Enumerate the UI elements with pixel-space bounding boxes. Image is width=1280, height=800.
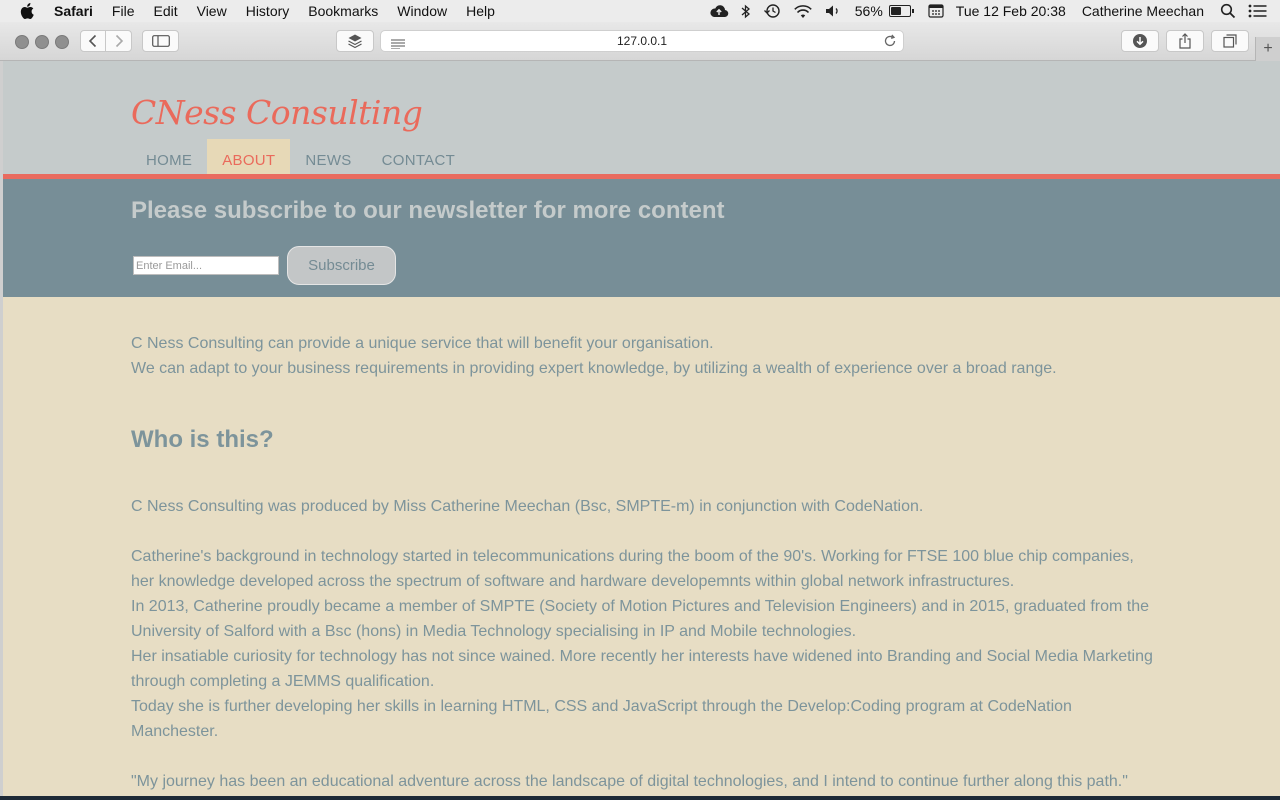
section-heading: Who is this? xyxy=(131,426,274,453)
url-text: 127.0.0.1 xyxy=(616,34,668,48)
plus-icon: + xyxy=(1263,40,1273,57)
notification-center-icon[interactable] xyxy=(1248,4,1268,18)
tab-overview-button[interactable] xyxy=(1211,30,1249,52)
zoom-window-button[interactable] xyxy=(55,35,69,49)
close-window-button[interactable] xyxy=(15,35,29,49)
time-machine-icon[interactable] xyxy=(763,3,781,19)
battery-percent[interactable]: 56% xyxy=(855,3,883,19)
menu-app-name[interactable]: Safari xyxy=(54,3,93,19)
bluetooth-icon[interactable] xyxy=(741,4,751,19)
nav-news[interactable]: NEWS xyxy=(290,139,366,174)
menu-window[interactable]: Window xyxy=(397,3,447,19)
desktop-strip xyxy=(0,796,1280,800)
subscribe-button[interactable]: Subscribe xyxy=(287,246,396,285)
menu-edit[interactable]: Edit xyxy=(153,3,177,19)
back-button[interactable] xyxy=(80,30,106,52)
about-content: C Ness Consulting can provide a unique s… xyxy=(131,331,1161,794)
calendar-icon[interactable] xyxy=(928,4,944,18)
nav-about[interactable]: ABOUT xyxy=(207,139,291,174)
bio-paragraph: In 2013, Catherine proudly became a memb… xyxy=(131,598,1150,640)
intro-line: We can adapt to your business requiremen… xyxy=(131,360,1057,377)
site-logo[interactable]: CNess Consulting xyxy=(131,93,423,132)
user-name[interactable]: Catherine Meechan xyxy=(1082,3,1204,19)
menu-history[interactable]: History xyxy=(246,3,290,19)
cloud-upload-icon[interactable] xyxy=(709,4,729,18)
new-tab-button[interactable]: + xyxy=(1255,37,1280,61)
nav-home[interactable]: HOME xyxy=(131,139,207,174)
site-header: CNess Consulting HOME ABOUT NEWS CONTACT xyxy=(3,61,1280,174)
nav-contact[interactable]: CONTACT xyxy=(367,139,470,174)
download-icon xyxy=(1133,34,1147,48)
newsletter-section: Please subscribe to our newsletter for m… xyxy=(3,179,1280,297)
layers-icon xyxy=(348,34,362,49)
address-bar[interactable]: 127.0.0.1 xyxy=(380,30,904,52)
web-page: CNess Consulting HOME ABOUT NEWS CONTACT… xyxy=(3,61,1280,796)
sidebar-toggle-button[interactable] xyxy=(142,30,179,52)
extensions-button[interactable] xyxy=(336,30,374,52)
reload-icon[interactable] xyxy=(883,34,897,53)
newsletter-title: Please subscribe to our newsletter for m… xyxy=(131,197,725,224)
minimize-window-button[interactable] xyxy=(35,35,49,49)
forward-button[interactable] xyxy=(105,30,132,52)
email-input[interactable] xyxy=(133,256,279,275)
share-button[interactable] xyxy=(1166,30,1204,52)
bio-paragraph: Today she is further developing her skil… xyxy=(131,698,1072,740)
chevron-left-icon xyxy=(88,34,97,48)
clock[interactable]: Tue 12 Feb 20:38 xyxy=(956,3,1066,19)
menu-view[interactable]: View xyxy=(197,3,227,19)
browser-toolbar: 127.0.0.1 + xyxy=(0,22,1280,61)
produced-by-text: C Ness Consulting was produced by Miss C… xyxy=(131,498,924,515)
sidebar-icon xyxy=(151,35,170,47)
spotlight-search-icon[interactable] xyxy=(1220,3,1236,19)
battery-icon[interactable] xyxy=(888,5,914,17)
wifi-icon[interactable] xyxy=(793,4,813,19)
tabs-icon xyxy=(1223,34,1237,48)
bio-paragraph: Her insatiable curiosity for technology … xyxy=(131,648,1153,690)
main-nav: HOME ABOUT NEWS CONTACT xyxy=(131,139,470,174)
menu-bar: Safari File Edit View History Bookmarks … xyxy=(0,0,1280,22)
menu-file[interactable]: File xyxy=(112,3,135,19)
menu-help[interactable]: Help xyxy=(466,3,495,19)
quote-text: "My journey has been an educational adve… xyxy=(131,773,1128,790)
share-icon xyxy=(1179,33,1191,49)
menu-bookmarks[interactable]: Bookmarks xyxy=(308,3,378,19)
bio-paragraph: Catherine's background in technology sta… xyxy=(131,548,1134,590)
downloads-button[interactable] xyxy=(1121,30,1159,52)
volume-icon[interactable] xyxy=(825,4,843,18)
intro-line: C Ness Consulting can provide a unique s… xyxy=(131,335,714,352)
apple-icon[interactable] xyxy=(20,3,40,19)
chevron-right-icon xyxy=(115,34,123,48)
